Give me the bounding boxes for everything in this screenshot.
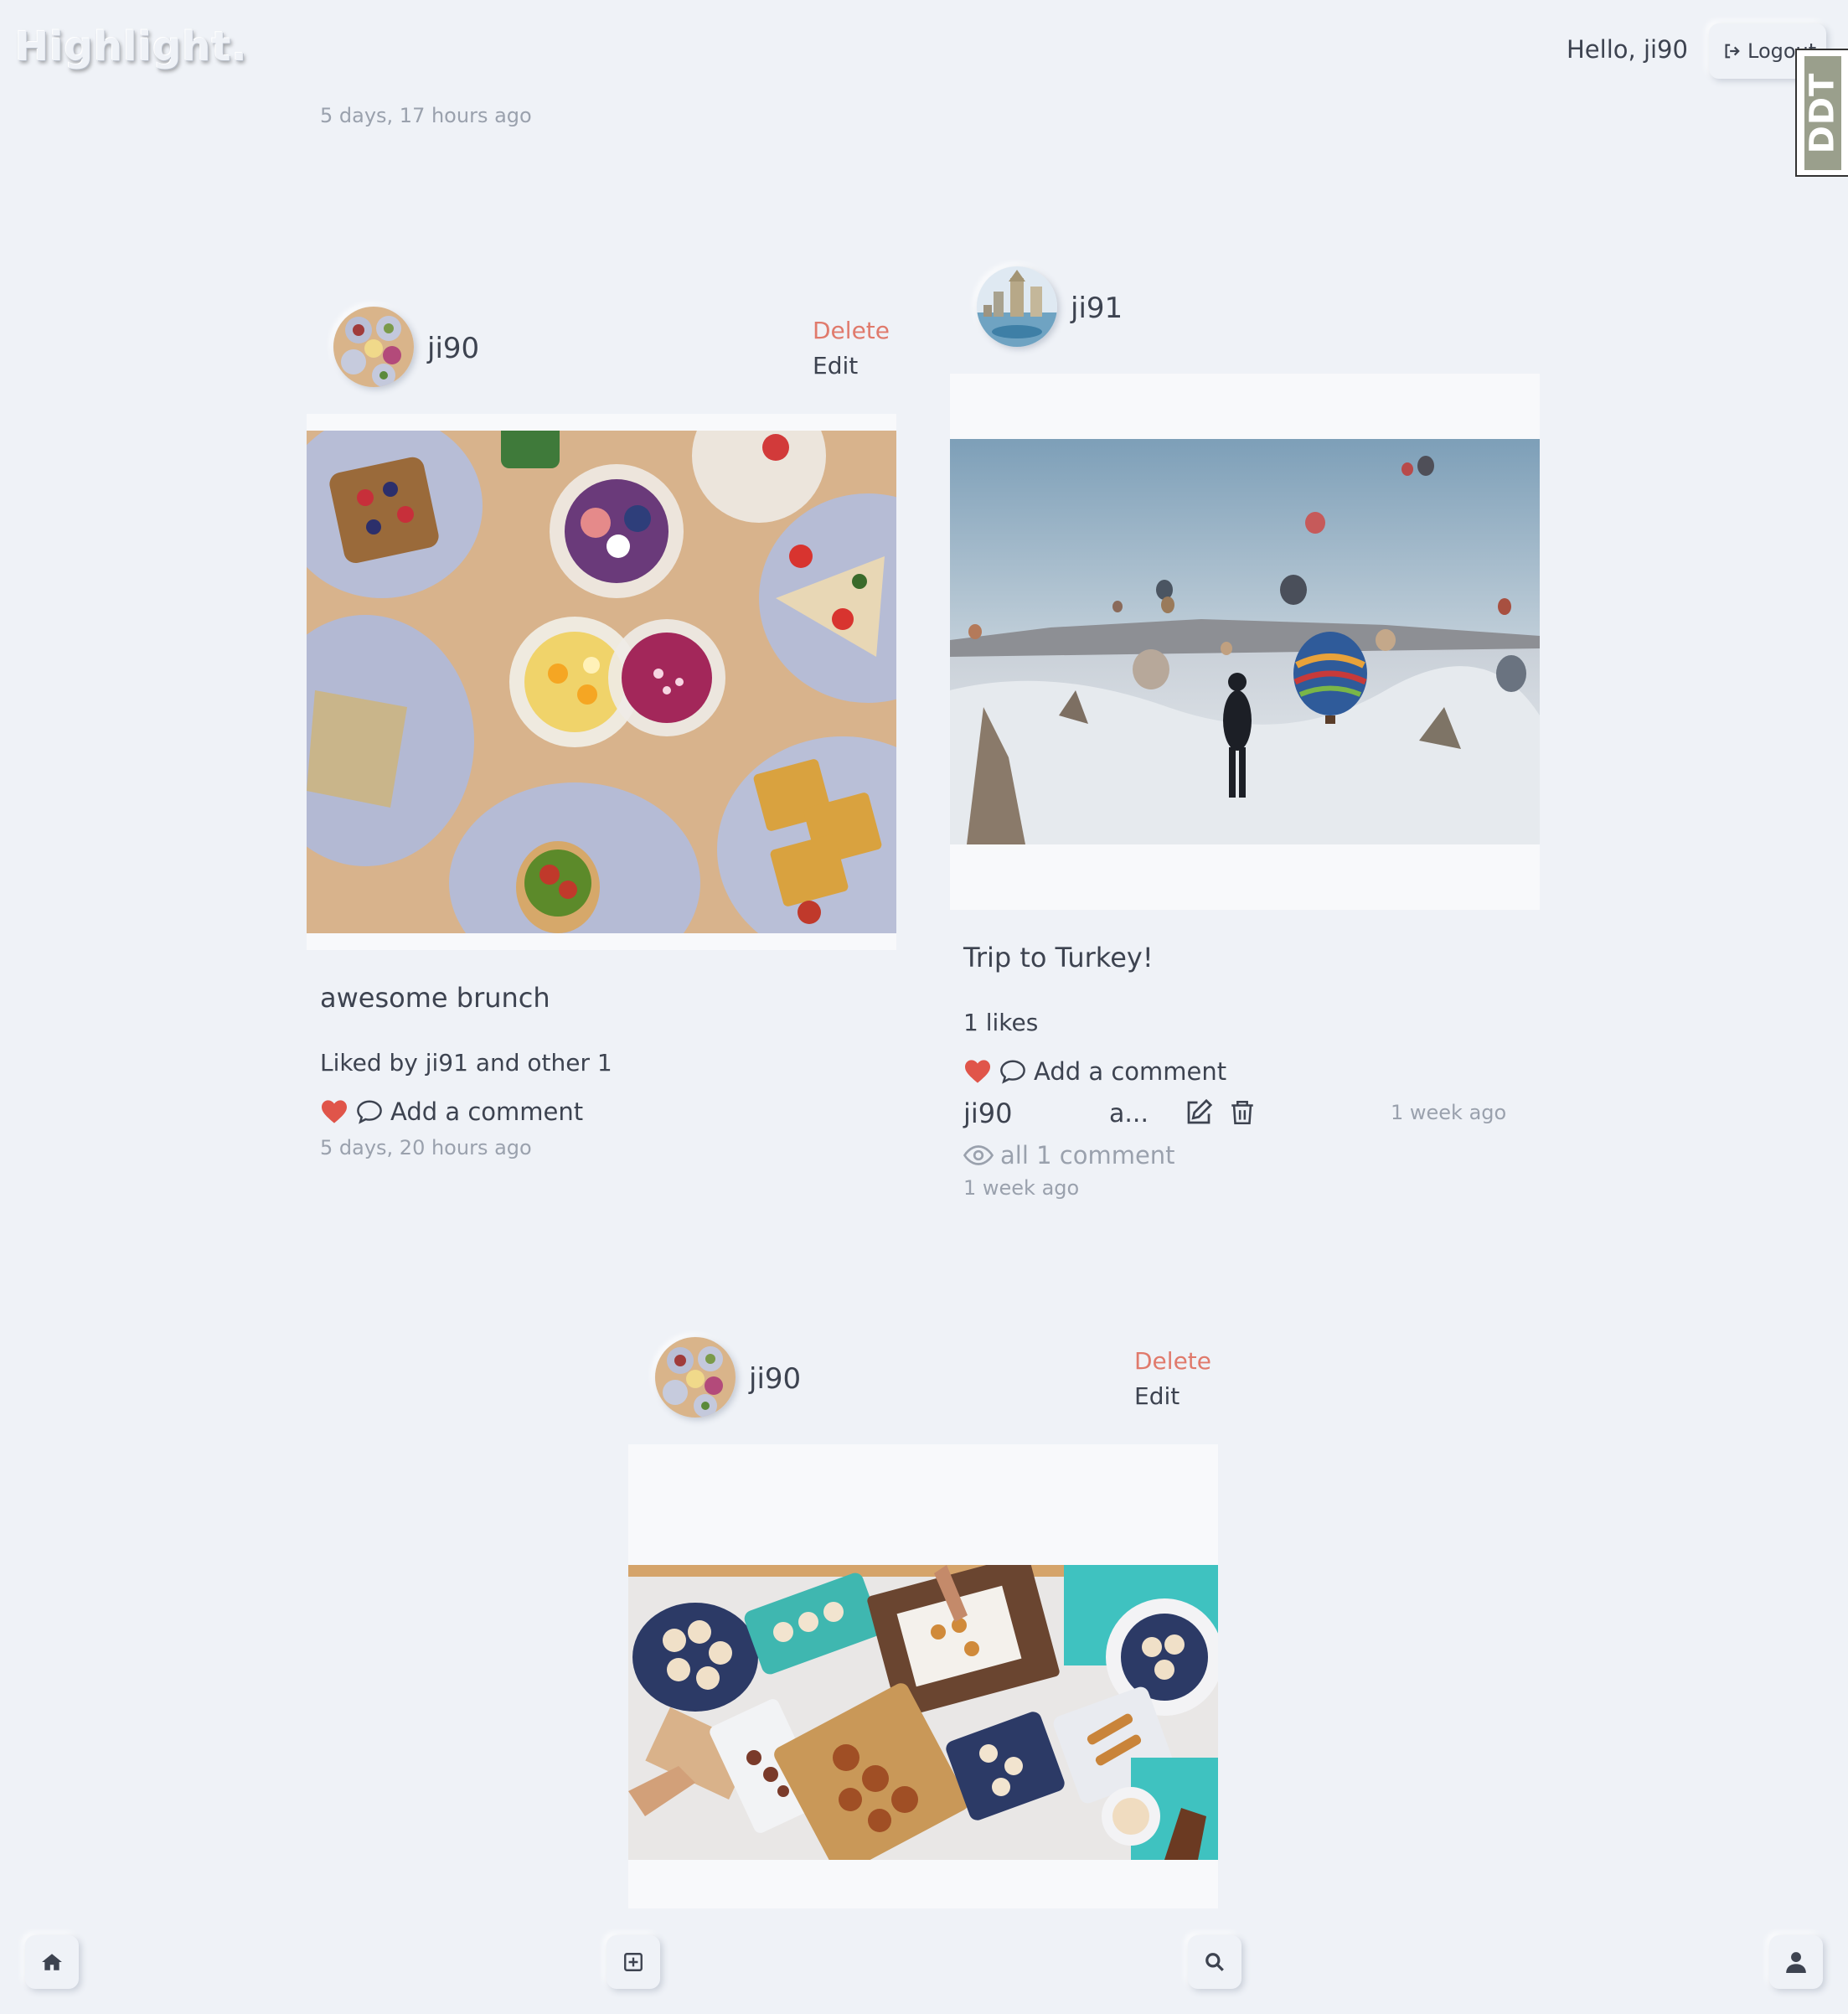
ddt-badge-text: DDT <box>1803 72 1842 153</box>
post-caption: Trip to Turkey! <box>963 942 1154 973</box>
post-timestamp: 5 days, 20 hours ago <box>320 1136 532 1159</box>
avatar[interactable] <box>977 266 1057 347</box>
comment-text: a... <box>1109 1099 1149 1128</box>
comment-icon[interactable] <box>999 1059 1027 1084</box>
post-username[interactable]: ji91 <box>1071 292 1123 325</box>
add-comment-link[interactable]: Add a comment <box>390 1097 583 1126</box>
heart-icon[interactable] <box>320 1099 348 1124</box>
ddt-badge[interactable]: DDT <box>1795 49 1848 177</box>
app-logo[interactable]: Highlight. <box>15 23 248 70</box>
comment-author[interactable]: ji90 <box>963 1097 1013 1129</box>
delete-button[interactable]: Delete <box>813 317 890 344</box>
edit-icon[interactable] <box>1183 1097 1215 1128</box>
likes-text[interactable]: Liked by ji91 and other 1 <box>320 1049 612 1077</box>
post-timestamp: 5 days, 17 hours ago <box>320 104 532 127</box>
edit-button[interactable]: Edit <box>1134 1382 1180 1410</box>
plus-square-icon <box>622 1951 644 1973</box>
home-icon <box>41 1952 63 1972</box>
comment-icon[interactable] <box>355 1099 384 1124</box>
edit-button[interactable]: Edit <box>813 352 858 380</box>
avatar[interactable] <box>333 307 414 387</box>
post-username[interactable]: ji90 <box>749 1362 801 1396</box>
logout-icon <box>1722 42 1741 60</box>
avatar[interactable] <box>655 1337 736 1418</box>
post-username[interactable]: ji90 <box>427 332 479 365</box>
delete-button[interactable]: Delete <box>1134 1347 1211 1375</box>
post-image[interactable] <box>628 1444 1218 1908</box>
search-button[interactable] <box>1188 1935 1241 1989</box>
post-timestamp: 1 week ago <box>963 1176 1080 1200</box>
post-caption: awesome brunch <box>320 982 550 1014</box>
add-comment-link[interactable]: Add a comment <box>1034 1057 1226 1086</box>
trash-icon[interactable] <box>1228 1097 1257 1128</box>
view-all-comments-link[interactable]: all 1 comment <box>1000 1141 1175 1170</box>
user-icon <box>1786 1951 1806 1973</box>
heart-icon[interactable] <box>963 1059 992 1084</box>
greeting: Hello, ji90 <box>1567 35 1688 64</box>
comment-time: 1 week ago <box>1391 1101 1507 1124</box>
home-button[interactable] <box>25 1935 79 1989</box>
search-icon <box>1204 1951 1226 1973</box>
profile-button[interactable] <box>1769 1935 1823 1989</box>
new-post-button[interactable] <box>607 1935 660 1989</box>
post-image[interactable] <box>307 414 896 950</box>
eye-icon[interactable] <box>963 1144 994 1166</box>
post-image[interactable] <box>950 374 1540 910</box>
likes-text[interactable]: 1 likes <box>963 1009 1038 1036</box>
